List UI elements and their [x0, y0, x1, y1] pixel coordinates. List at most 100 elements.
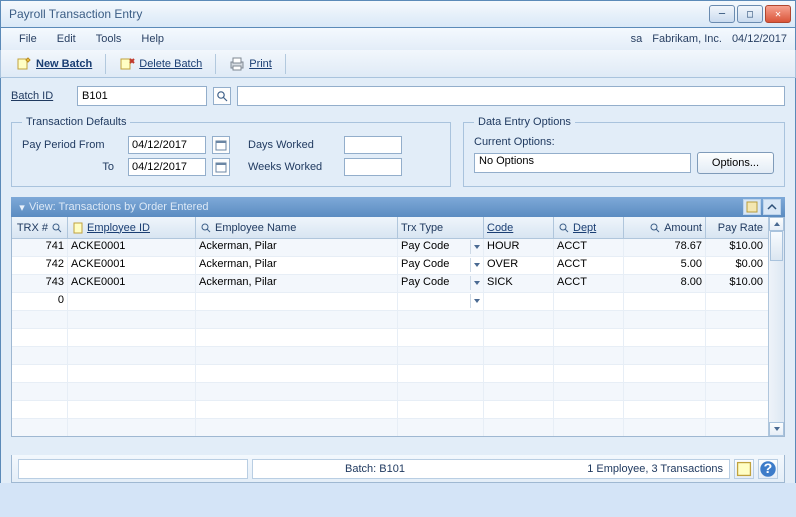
- lookup-icon[interactable]: [199, 221, 213, 235]
- table-row[interactable]: 741ACKE0001Ackerman, PilarPay CodeHOURAC…: [12, 239, 768, 257]
- table-row[interactable]: [12, 347, 768, 365]
- table-row[interactable]: [12, 383, 768, 401]
- lookup-icon[interactable]: [50, 221, 64, 235]
- scroll-down-icon[interactable]: [769, 422, 784, 436]
- cell-trx-type[interactable]: Pay Code: [398, 275, 484, 292]
- toolbar: New Batch Delete Batch Print: [0, 50, 796, 78]
- cell-code[interactable]: HOUR: [484, 239, 554, 256]
- vertical-scrollbar[interactable]: [768, 217, 784, 436]
- table-row[interactable]: 0: [12, 293, 768, 311]
- help-icon[interactable]: ?: [758, 459, 778, 479]
- svg-text:?: ?: [764, 460, 773, 476]
- chevron-down-icon[interactable]: [470, 276, 482, 290]
- table-row[interactable]: [12, 401, 768, 419]
- cell-amount[interactable]: 8.00: [624, 275, 706, 292]
- cell-employee-name[interactable]: [196, 293, 398, 310]
- cell-dept[interactable]: [554, 293, 624, 310]
- cell-amount[interactable]: 5.00: [624, 257, 706, 274]
- menu-file[interactable]: File: [9, 31, 47, 47]
- table-row[interactable]: [12, 419, 768, 436]
- weeks-worked-input[interactable]: [344, 158, 402, 176]
- cell-code[interactable]: OVER: [484, 257, 554, 274]
- col-dept[interactable]: Dept: [554, 217, 624, 238]
- cell-trx-type[interactable]: [398, 293, 484, 310]
- delete-batch-button[interactable]: Delete Batch: [110, 53, 211, 75]
- cell-rate[interactable]: [706, 293, 766, 310]
- cell-trx[interactable]: 741: [12, 239, 68, 256]
- note-icon[interactable]: [71, 221, 85, 235]
- cell-employee-name[interactable]: Ackerman, Pilar: [196, 257, 398, 274]
- cell-employee-id[interactable]: ACKE0001: [68, 257, 196, 274]
- transaction-defaults-legend: Transaction Defaults: [22, 116, 130, 128]
- close-button[interactable]: ✕: [765, 5, 791, 23]
- new-batch-label: New Batch: [36, 58, 92, 70]
- cell-dept[interactable]: ACCT: [554, 257, 624, 274]
- cell-employee-id[interactable]: [68, 293, 196, 310]
- col-trx-type[interactable]: Trx Type: [398, 217, 484, 238]
- lookup-icon[interactable]: [557, 221, 571, 235]
- session-company: Fabrikam, Inc.: [652, 33, 722, 45]
- calendar-icon[interactable]: [212, 136, 230, 154]
- cell-employee-name[interactable]: Ackerman, Pilar: [196, 239, 398, 256]
- pay-period-to-input[interactable]: [128, 158, 206, 176]
- calendar-icon[interactable]: [212, 158, 230, 176]
- cell-trx-type[interactable]: Pay Code: [398, 239, 484, 256]
- print-button[interactable]: Print: [220, 53, 281, 75]
- view-dropdown-icon[interactable]: ▾: [15, 201, 29, 214]
- cell-employee-id[interactable]: ACKE0001: [68, 275, 196, 292]
- cell-trx[interactable]: 742: [12, 257, 68, 274]
- menu-tools[interactable]: Tools: [86, 31, 132, 47]
- chevron-down-icon[interactable]: [470, 294, 482, 308]
- batch-description-input[interactable]: [237, 86, 785, 106]
- cell-amount[interactable]: 78.67: [624, 239, 706, 256]
- table-row[interactable]: [12, 365, 768, 383]
- cell-rate[interactable]: $0.00: [706, 257, 766, 274]
- options-button[interactable]: Options...: [697, 152, 774, 174]
- col-trx[interactable]: TRX #: [12, 217, 68, 238]
- cell-trx[interactable]: 0: [12, 293, 68, 310]
- cell-code[interactable]: SICK: [484, 275, 554, 292]
- col-amount[interactable]: Amount: [624, 217, 706, 238]
- menubar: File Edit Tools Help sa Fabrikam, Inc. 0…: [0, 28, 796, 50]
- table-row[interactable]: [12, 311, 768, 329]
- cell-trx[interactable]: 743: [12, 275, 68, 292]
- chevron-down-icon[interactable]: [470, 258, 482, 272]
- scroll-thumb[interactable]: [770, 231, 783, 261]
- status-center-box: Batch: B101 1 Employee, 3 Transactions: [252, 459, 730, 479]
- cell-trx-type[interactable]: Pay Code: [398, 257, 484, 274]
- col-code[interactable]: Code: [484, 217, 554, 238]
- cell-rate[interactable]: $10.00: [706, 239, 766, 256]
- minimize-button[interactable]: ─: [709, 5, 735, 23]
- cell-dept[interactable]: ACCT: [554, 239, 624, 256]
- batch-id-lookup-button[interactable]: [213, 87, 231, 105]
- cell-code[interactable]: [484, 293, 554, 310]
- batch-id-input[interactable]: [77, 86, 207, 106]
- grid-tool-expand-icon[interactable]: [763, 199, 781, 215]
- current-options-label: Current Options:: [474, 136, 774, 148]
- new-batch-button[interactable]: New Batch: [7, 53, 101, 75]
- col-employee-id[interactable]: Employee ID: [68, 217, 196, 238]
- maximize-button[interactable]: □: [737, 5, 763, 23]
- cell-rate[interactable]: $10.00: [706, 275, 766, 292]
- table-row[interactable]: 742ACKE0001Ackerman, PilarPay CodeOVERAC…: [12, 257, 768, 275]
- table-row[interactable]: [12, 329, 768, 347]
- menu-help[interactable]: Help: [131, 31, 174, 47]
- cell-amount[interactable]: [624, 293, 706, 310]
- grid-tool-icon[interactable]: [743, 199, 761, 215]
- cell-employee-id[interactable]: ACKE0001: [68, 239, 196, 256]
- table-row[interactable]: 743ACKE0001Ackerman, PilarPay CodeSICKAC…: [12, 275, 768, 293]
- scroll-up-icon[interactable]: [769, 217, 784, 231]
- lookup-icon[interactable]: [648, 221, 662, 235]
- cell-dept[interactable]: ACCT: [554, 275, 624, 292]
- status-note-icon[interactable]: [734, 459, 754, 479]
- menu-edit[interactable]: Edit: [47, 31, 86, 47]
- pay-period-from-input[interactable]: [128, 136, 206, 154]
- data-entry-options-group: Data Entry Options Current Options: No O…: [463, 116, 785, 187]
- col-pay-rate[interactable]: Pay Rate: [706, 217, 766, 238]
- view-caption[interactable]: View: Transactions by Order Entered: [29, 201, 209, 213]
- printer-icon: [229, 56, 245, 72]
- col-employee-name[interactable]: Employee Name: [196, 217, 398, 238]
- chevron-down-icon[interactable]: [470, 240, 482, 254]
- cell-employee-name[interactable]: Ackerman, Pilar: [196, 275, 398, 292]
- days-worked-input[interactable]: [344, 136, 402, 154]
